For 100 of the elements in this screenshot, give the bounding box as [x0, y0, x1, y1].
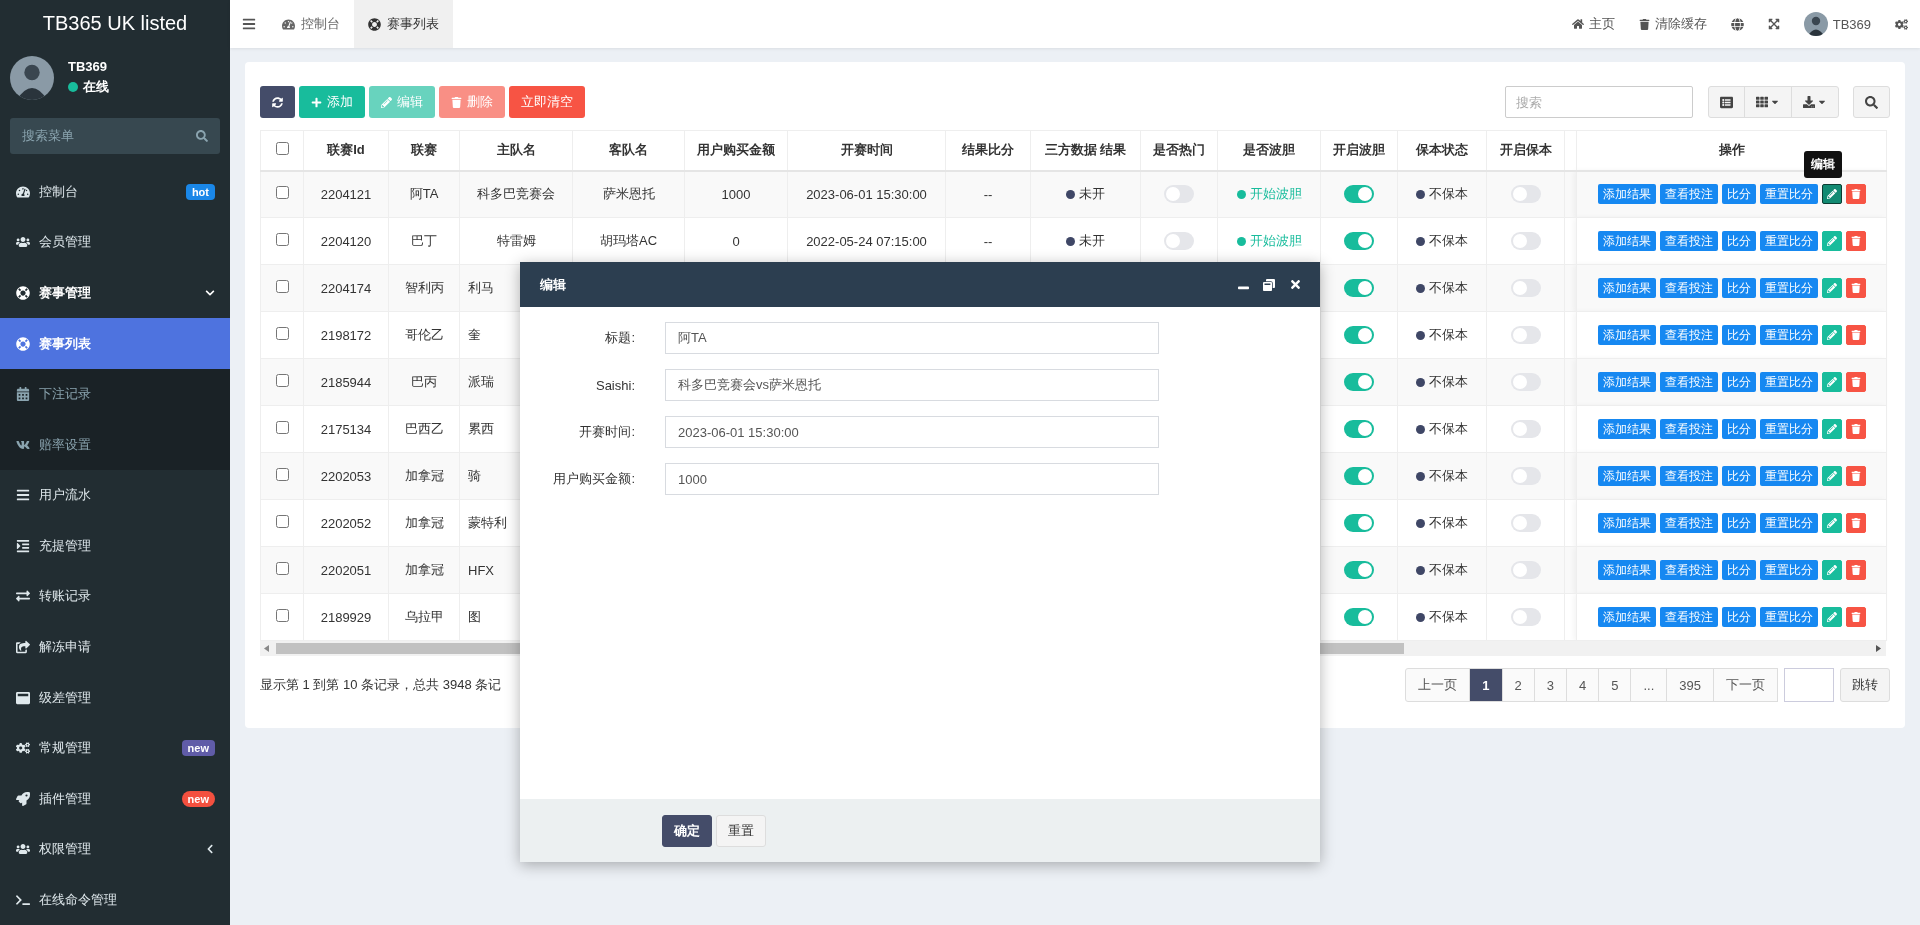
add-button[interactable]: 添加	[299, 86, 365, 118]
menu-item[interactable]: 在线命令管理	[0, 874, 230, 925]
menu-item[interactable]: 下注记录	[0, 368, 230, 420]
export-button[interactable]	[1791, 86, 1839, 118]
toggle-switch[interactable]	[1344, 467, 1374, 485]
row-checkbox[interactable]	[275, 468, 289, 481]
menu-item[interactable]: 用户流水	[0, 469, 230, 521]
row-checkbox[interactable]	[275, 233, 289, 246]
close-icon[interactable]	[1289, 278, 1302, 291]
action-button[interactable]: 查看投注	[1659, 560, 1718, 580]
action-button[interactable]: 查看投注	[1659, 419, 1718, 439]
action-button[interactable]: 添加结果	[1597, 231, 1656, 251]
hot-toggle[interactable]	[1164, 185, 1194, 204]
reset-button[interactable]: 重置	[716, 814, 766, 847]
action-button[interactable]: 重置比分	[1759, 560, 1818, 580]
toggle-switch[interactable]	[1344, 279, 1374, 297]
action-button[interactable]: 添加结果	[1597, 278, 1656, 298]
input-field[interactable]: 1000	[665, 463, 1159, 495]
action-button[interactable]: 查看投注	[1659, 325, 1718, 345]
menu-search-field[interactable]: 搜索菜单	[10, 117, 220, 154]
menu-item[interactable]: 赛事管理	[0, 267, 230, 319]
toggle-switch[interactable]	[1344, 232, 1374, 250]
user-menu[interactable]: TB369	[1791, 0, 1883, 48]
toggle-switch[interactable]	[1510, 514, 1541, 532]
page-button[interactable]: 4	[1566, 668, 1600, 702]
action-button[interactable]: 添加结果	[1597, 560, 1656, 580]
page-button[interactable]: 下一页	[1713, 668, 1778, 702]
toggle-switch[interactable]	[1344, 326, 1374, 344]
action-button[interactable]: 比分	[1721, 607, 1756, 627]
fullscreen-icon[interactable]	[1767, 18, 1780, 30]
input-field[interactable]: 阿TA	[665, 322, 1159, 354]
action-button[interactable]: 查看投注	[1659, 607, 1718, 627]
delete-button[interactable]	[1845, 466, 1866, 486]
toggle-switch[interactable]	[1510, 185, 1541, 204]
action-button[interactable]: 比分	[1721, 184, 1756, 205]
action-button[interactable]: 比分	[1721, 419, 1756, 439]
columns-button[interactable]	[1744, 86, 1792, 118]
toggle-switch[interactable]	[1510, 420, 1541, 438]
delete-button[interactable]	[1845, 513, 1866, 533]
action-button[interactable]: 重置比分	[1759, 466, 1818, 486]
action-button[interactable]: 重置比分	[1759, 419, 1818, 439]
toggle-switch[interactable]	[1344, 514, 1374, 532]
action-button[interactable]: 查看投注	[1659, 278, 1718, 298]
toggle-switch[interactable]	[1510, 467, 1541, 485]
action-button[interactable]: 比分	[1721, 278, 1756, 298]
menu-item[interactable]: 赔率设置	[0, 419, 230, 470]
action-button[interactable]: 查看投注	[1659, 184, 1718, 205]
hot-toggle[interactable]	[1164, 232, 1194, 250]
menu-item[interactable]: 转账记录	[0, 571, 230, 622]
globe-icon[interactable]	[1730, 17, 1744, 31]
action-button[interactable]: 比分	[1721, 372, 1756, 392]
jump-button[interactable]: 跳转	[1840, 668, 1890, 702]
row-checkbox[interactable]	[275, 515, 289, 528]
action-button[interactable]: 重置比分	[1759, 278, 1818, 298]
toggle-switch[interactable]	[1510, 326, 1541, 344]
toggle-switch[interactable]	[1344, 561, 1374, 579]
action-button[interactable]: 比分	[1721, 466, 1756, 486]
menu-item[interactable]: 充提管理	[0, 520, 230, 572]
toggle-switch[interactable]	[1510, 561, 1541, 579]
menu-item[interactable]: 解冻申请	[0, 621, 230, 673]
action-button[interactable]: 比分	[1721, 231, 1756, 251]
delete-button[interactable]	[1845, 560, 1866, 580]
page-button[interactable]: 3	[1533, 668, 1567, 702]
row-checkbox[interactable]	[275, 562, 289, 575]
menu-item[interactable]: 赛事列表	[0, 318, 230, 369]
page-button[interactable]: 2	[1501, 668, 1535, 702]
search-field[interactable]: 搜索	[1505, 86, 1693, 118]
top-link[interactable]: 主页	[1559, 0, 1627, 48]
confirm-button[interactable]: 确定	[662, 814, 712, 847]
menu-item[interactable]: 会员管理	[0, 217, 230, 268]
menu-item[interactable]: 控制台 hot	[0, 166, 230, 218]
action-button[interactable]: 添加结果	[1597, 184, 1656, 205]
action-button[interactable]: 重置比分	[1759, 372, 1818, 392]
toggle-switch[interactable]	[1510, 373, 1541, 391]
action-button[interactable]: 重置比分	[1759, 184, 1818, 205]
page-number-field[interactable]	[1784, 668, 1834, 702]
action-button[interactable]: 查看投注	[1659, 372, 1718, 392]
toggle-switch[interactable]	[1344, 185, 1374, 204]
action-button[interactable]: 重置比分	[1759, 513, 1818, 533]
toggle-switch[interactable]	[1510, 608, 1541, 626]
action-button[interactable]: 重置比分	[1759, 607, 1818, 627]
delete-button[interactable]	[1845, 231, 1866, 251]
page-button[interactable]: 1	[1469, 668, 1503, 702]
action-button[interactable]: 添加结果	[1597, 372, 1656, 392]
toggle-switch[interactable]	[1344, 608, 1374, 626]
top-link[interactable]: 清除缓存	[1626, 0, 1719, 48]
row-checkbox[interactable]	[275, 280, 289, 293]
action-button[interactable]: 添加结果	[1597, 607, 1656, 627]
menu-item[interactable]: 插件管理 new	[0, 773, 230, 824]
menu-item[interactable]: 常规管理 new	[0, 722, 230, 774]
action-button[interactable]: 重置比分	[1759, 325, 1818, 345]
action-button[interactable]: 查看投注	[1659, 466, 1718, 486]
row-checkbox[interactable]	[275, 374, 289, 387]
refresh-button[interactable]	[260, 86, 295, 118]
action-button[interactable]: 添加结果	[1597, 325, 1656, 345]
input-field[interactable]: 科多巴竞赛会vs萨米恩托	[665, 369, 1159, 401]
page-button[interactable]: 上一页	[1405, 668, 1471, 702]
nav-tab[interactable]: 赛事列表	[354, 0, 453, 48]
toggle-switch[interactable]	[1344, 373, 1374, 391]
delete-button[interactable]	[1845, 278, 1866, 298]
